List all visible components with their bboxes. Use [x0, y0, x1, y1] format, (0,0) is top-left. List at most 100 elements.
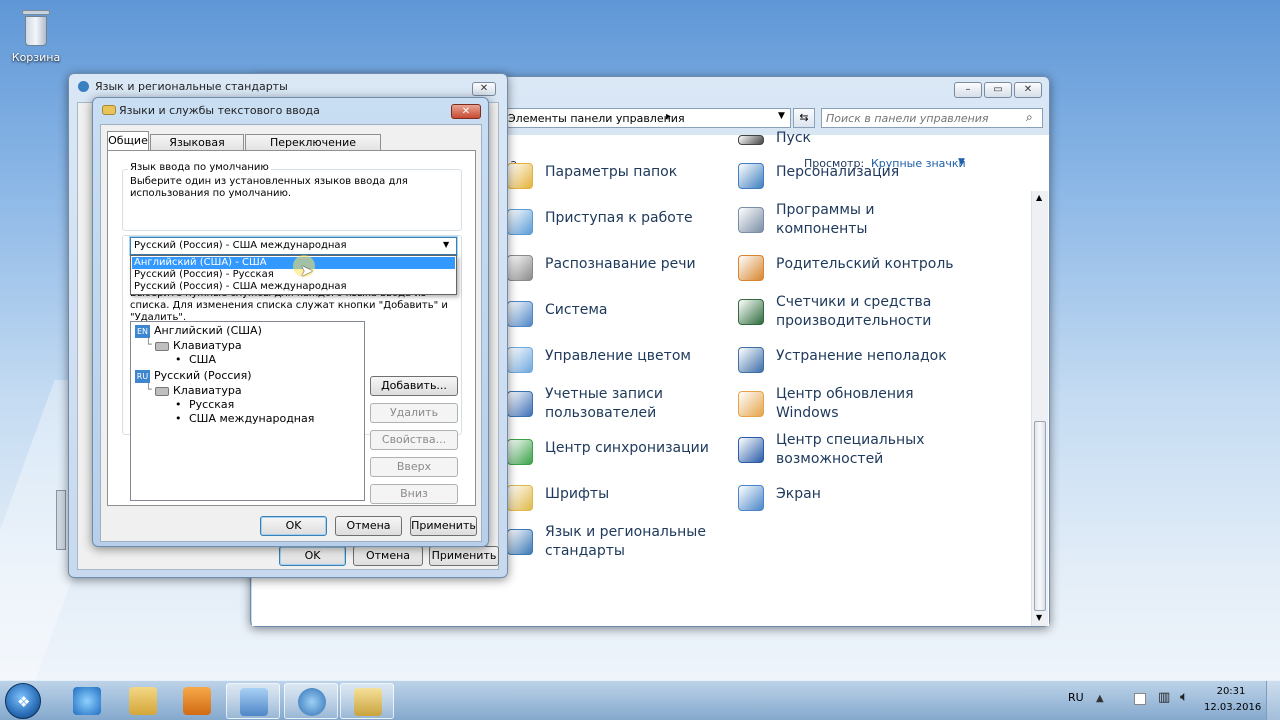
vertical-scrollbar[interactable]: ▲ ▼	[1031, 191, 1048, 626]
control-panel-item[interactable]: Программы и компоненты	[776, 201, 956, 239]
en-badge: EN	[135, 325, 150, 338]
control-panel-item[interactable]: Родительский контроль	[776, 255, 956, 274]
text-services-title: Языки и службы текстового ввода	[119, 104, 320, 117]
network-icon[interactable]: ▥	[1158, 690, 1170, 705]
tree-connector: └	[145, 383, 152, 396]
control-panel-item-icon	[507, 391, 533, 417]
control-panel-icon	[240, 688, 268, 716]
tree-item-ru-layout-russian[interactable]: Русская	[189, 398, 234, 412]
address-bar[interactable]: Элементы панели управления ▸ ▼	[501, 108, 791, 128]
control-panel-item-icon	[738, 135, 764, 145]
control-panel-item[interactable]: Параметры папок	[545, 163, 725, 182]
tab-keyboard-switch[interactable]: Переключение клавиатуры	[245, 134, 381, 164]
dropdown-arrow-icon[interactable]: ▼	[778, 111, 785, 121]
taskbar-explorer[interactable]	[116, 683, 170, 719]
regional-dialog-title: Язык и региональные стандарты	[95, 80, 288, 93]
control-panel-item[interactable]: Управление цветом	[545, 347, 725, 366]
recycle-bin[interactable]: Корзина	[8, 8, 64, 64]
default-language-combobox[interactable]: Русский (Россия) - США международная ▼	[130, 237, 457, 255]
regional-apply-button[interactable]: Применить	[429, 546, 499, 566]
taskbar-regional[interactable]	[284, 683, 338, 719]
dropdown-option[interactable]: Русский (Россия) - США международная	[132, 281, 455, 293]
tree-item-russian[interactable]: Русский (Россия)	[154, 369, 252, 383]
language-indicator[interactable]: RU	[1068, 691, 1084, 704]
move-down-button[interactable]: Вниз	[370, 484, 458, 504]
control-panel-item[interactable]: Центр специальных возможностей	[776, 431, 956, 469]
tree-item-ru-keyboard[interactable]: Клавиатура	[173, 384, 242, 398]
search-icon[interactable]: ⌕	[1026, 110, 1033, 125]
control-panel-item[interactable]: Приступая к работе	[545, 209, 725, 228]
control-panel-item-icon	[507, 485, 533, 511]
control-panel-item[interactable]: Шрифты	[545, 485, 725, 504]
taskbar: ❖ RU ▲ ▥ 🔈︎ 20:31 12.03.2016	[0, 680, 1280, 720]
ok-button[interactable]: OK	[260, 516, 327, 536]
start-button[interactable]: ❖	[5, 683, 41, 719]
taskbar-media-player[interactable]	[170, 683, 224, 719]
volume-icon[interactable]: 🔈︎	[1180, 689, 1188, 705]
taskbar-text-services[interactable]	[340, 683, 394, 719]
refresh-icon[interactable]: ⇆	[793, 108, 815, 128]
control-panel-item[interactable]: Центр синхронизации	[545, 439, 725, 458]
control-panel-item[interactable]: Устранение неполадок	[776, 347, 956, 366]
move-up-button[interactable]: Вверх	[370, 457, 458, 477]
properties-button[interactable]: Свойства...	[370, 430, 458, 450]
search-box[interactable]: ⌕	[821, 108, 1043, 128]
minimize-button[interactable]: –	[954, 82, 982, 98]
taskbar-control-panel[interactable]	[226, 683, 280, 719]
maximize-button[interactable]: ▭	[984, 82, 1012, 98]
scroll-up-icon[interactable]: ▲	[1036, 193, 1042, 202]
clock-time[interactable]: 20:31	[1208, 686, 1254, 697]
desktop-edge-object	[56, 490, 66, 550]
control-panel-item[interactable]: Счетчики и средства производительности	[776, 293, 956, 331]
tray-chevron-icon[interactable]: ▲	[1096, 693, 1104, 704]
cancel-button[interactable]: Отмена	[335, 516, 402, 536]
control-panel-item[interactable]: Персонализация	[776, 163, 956, 182]
text-services-close-button[interactable]: ✕	[451, 104, 481, 119]
scroll-thumb[interactable]	[1034, 421, 1046, 611]
control-panel-item[interactable]: Система	[545, 301, 725, 320]
regional-ok-button[interactable]: OK	[279, 546, 346, 566]
windows-logo-icon: ❖	[17, 693, 31, 711]
media-player-icon	[183, 687, 211, 715]
apply-button[interactable]: Применить	[410, 516, 477, 536]
control-panel-item[interactable]: Пуск	[776, 129, 956, 148]
tree-connector: └	[145, 338, 152, 351]
tab-general[interactable]: Общие	[107, 131, 149, 151]
view-dropdown-icon[interactable]: ▼	[958, 157, 965, 167]
address-crumb[interactable]: Элементы панели управления	[508, 112, 685, 125]
regional-close-button[interactable]: ✕	[472, 82, 496, 96]
control-panel-item[interactable]: Распознавание речи	[545, 255, 725, 274]
control-panel-item-icon	[738, 391, 764, 417]
control-panel-item[interactable]: Учетные записи пользователей	[545, 385, 725, 423]
tree-bullet: •	[175, 412, 182, 425]
tree-bullet: •	[175, 398, 182, 411]
tree-item-en-layout[interactable]: США	[189, 353, 216, 367]
show-desktop-button[interactable]	[1266, 681, 1280, 720]
control-panel-item[interactable]: Центр обновления Windows	[776, 385, 956, 423]
chevron-down-icon[interactable]: ▼	[443, 240, 449, 249]
default-description: Выберите один из установленных языков вв…	[130, 176, 408, 199]
add-button[interactable]: Добавить...	[370, 376, 458, 396]
regional-cancel-button[interactable]: Отмена	[353, 546, 423, 566]
action-center-icon[interactable]	[1134, 693, 1146, 705]
tree-item-english[interactable]: Английский (США)	[154, 324, 262, 338]
remove-button[interactable]: Удалить	[370, 403, 458, 423]
control-panel-item-icon	[507, 209, 533, 235]
keyboard-icon	[155, 342, 169, 351]
keyboard-icon	[155, 387, 169, 396]
close-button[interactable]: ✕	[1014, 82, 1042, 98]
services-tree[interactable]: EN Английский (США) └ Клавиатура • США R…	[130, 321, 365, 501]
globe-icon	[298, 688, 326, 716]
tree-item-ru-layout-us-intl[interactable]: США международная	[189, 412, 314, 426]
control-panel-item[interactable]: Язык и региональные стандарты	[545, 523, 725, 561]
tree-item-en-keyboard[interactable]: Клавиатура	[173, 339, 242, 353]
control-panel-item[interactable]: Экран	[776, 485, 956, 504]
tab-language-bar[interactable]: Языковая панель	[150, 134, 244, 164]
search-input[interactable]	[826, 111, 1016, 125]
control-panel-item-icon	[738, 299, 764, 325]
clock-date[interactable]: 12.03.2016	[1204, 702, 1261, 713]
taskbar-ie[interactable]	[60, 683, 114, 719]
recycle-bin-label: Корзина	[11, 51, 61, 64]
scroll-down-icon[interactable]: ▼	[1036, 613, 1042, 622]
combobox-value: Русский (Россия) - США международная	[134, 240, 347, 251]
